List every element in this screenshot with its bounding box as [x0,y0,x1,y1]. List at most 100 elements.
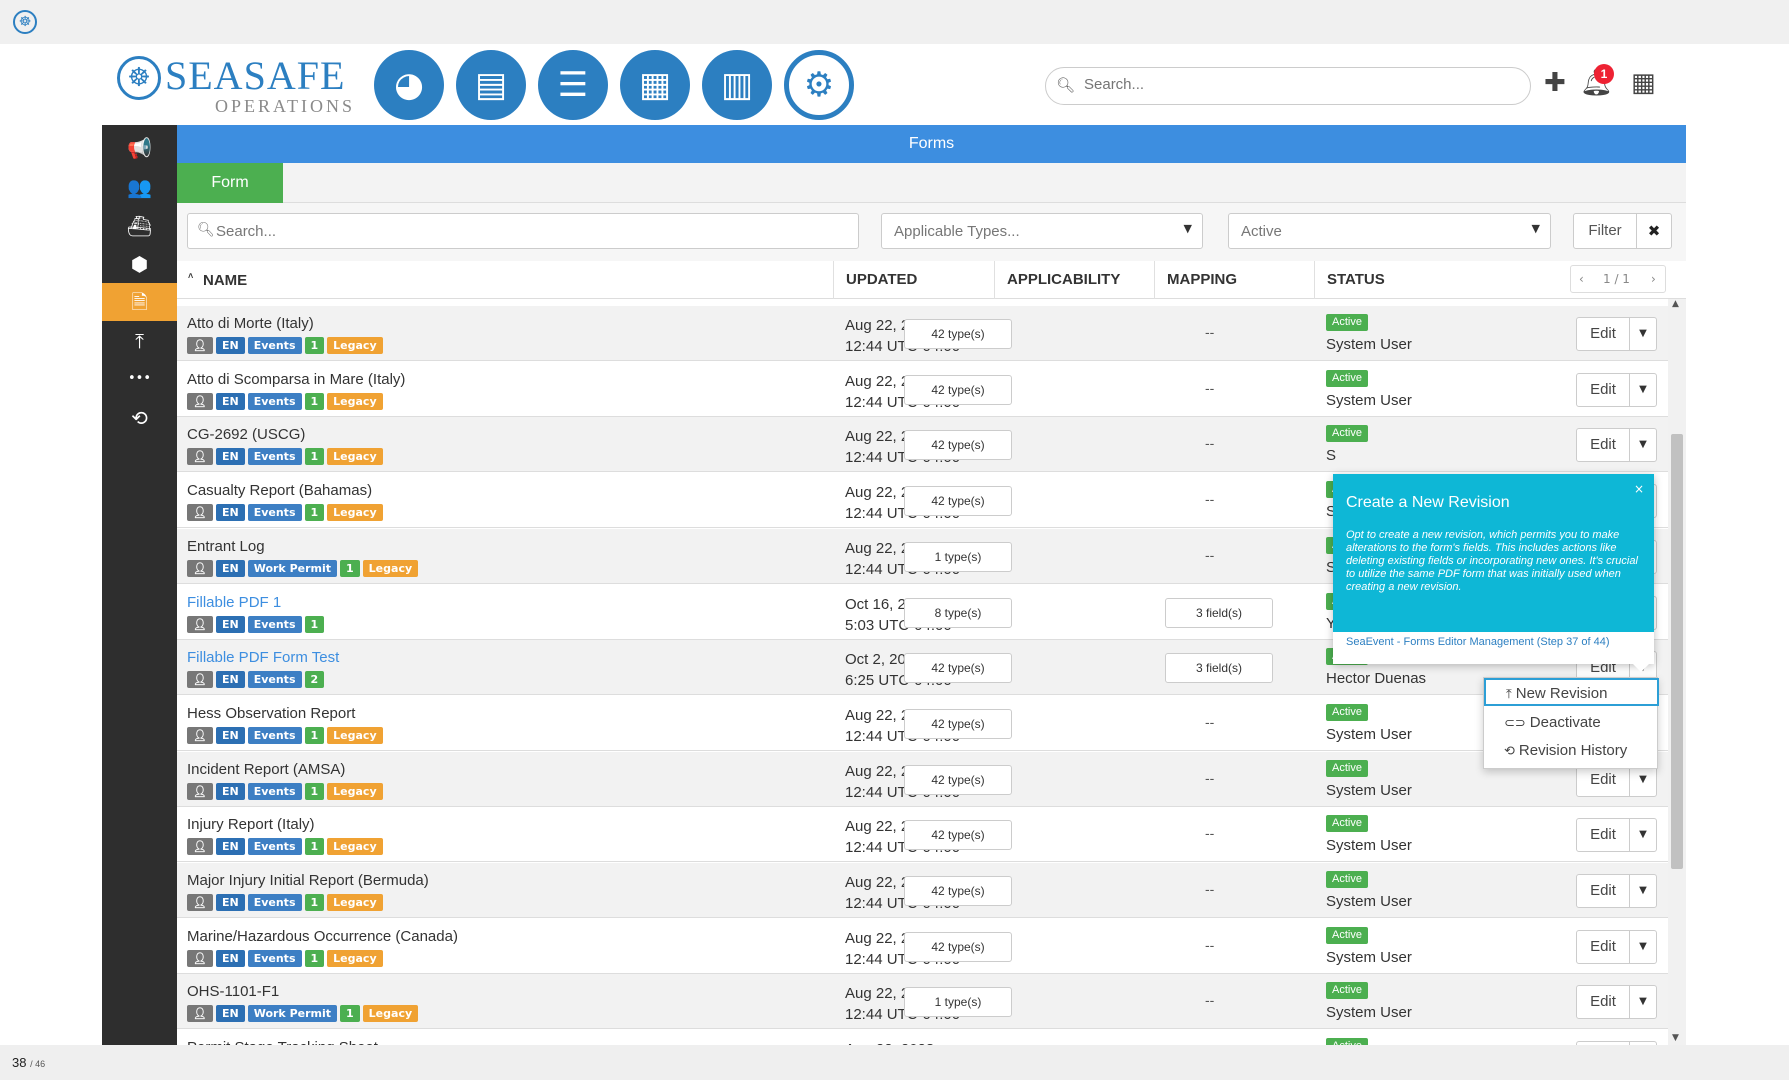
global-search[interactable]: 🔍︎ [1045,67,1531,105]
sidebar-item-users[interactable]: 👥 [102,168,177,206]
forms-search-input[interactable]: 🔍︎ Search... [187,213,859,249]
column-name[interactable]: NAME [203,272,247,289]
type-tag: Events [247,950,302,967]
version-tag: 1 [340,560,360,577]
pager-prev-icon[interactable]: ‹ [1579,272,1584,286]
logbook-nav-button[interactable]: ▤ [456,50,526,120]
sidebar-item-forms[interactable]: 🗎 [102,283,177,321]
add-icon[interactable]: ✚ [1544,68,1566,98]
chevron-down-icon[interactable]: ▼ [1629,818,1657,852]
filter-bar: 🔍︎ Search... Applicable Types... ▼ Activ… [177,203,1686,261]
pager-next-icon[interactable]: › [1651,272,1656,286]
dashboard-nav-button[interactable]: ◕ [374,50,444,120]
applicability-button[interactable]: 42 type(s) [904,486,1012,516]
edit-button[interactable]: Edit [1576,985,1630,1019]
reports-nav-button[interactable]: ▥ [702,50,772,120]
applicability-button[interactable]: 42 type(s) [904,653,1012,683]
chevron-down-icon[interactable]: ▼ [1629,428,1657,462]
global-search-input[interactable] [1084,76,1484,93]
applicability-button[interactable]: 42 type(s) [904,430,1012,460]
status-user: System User [1326,726,1412,743]
applicability-button[interactable]: 42 type(s) [904,765,1012,795]
chevron-down-icon[interactable]: ▼ [1629,985,1657,1019]
edit-button[interactable]: Edit [1576,874,1630,908]
megaphone-icon: 📢 [127,136,152,160]
scrollbar-thumb[interactable] [1671,434,1683,869]
scroll-up-icon[interactable]: ▲ [1672,299,1679,309]
version-tag: 1 [304,448,325,465]
column-applicability[interactable]: APPLICABILITY [994,261,1120,299]
settings-nav-button[interactable]: ⚙ [784,50,854,120]
clear-filter-button[interactable]: ✖ [1636,213,1672,249]
page-title: Forms [177,125,1686,163]
status-user: System User [1326,837,1412,854]
user-icon: 👤︎ [187,894,213,911]
table-scrollbar[interactable]: ▲ ▼ [1668,299,1686,1045]
scroll-down-icon[interactable]: ▼ [1672,1033,1679,1043]
applicability-button[interactable]: 42 type(s) [904,375,1012,405]
edit-button[interactable]: Edit [1576,428,1630,462]
tooltip-arrow [1633,664,1649,672]
sidebar-item-more[interactable]: ••• [102,360,177,398]
edit-button[interactable]: Edit [1576,818,1630,852]
applicability-button[interactable]: 42 type(s) [904,876,1012,906]
sidebar-item-announcements[interactable]: 📢 [102,129,177,167]
chevron-down-icon[interactable]: ▼ [1629,930,1657,964]
form-tags: 👤︎ EN Events 1 Legacy [187,838,386,855]
applicability-button[interactable]: 1 type(s) [904,987,1012,1017]
filter-button[interactable]: Filter [1573,213,1637,249]
edit-button[interactable]: Edit [1576,373,1630,407]
applicable-types-select[interactable]: Applicable Types... ▼ [881,213,1203,249]
status-select[interactable]: Active ▼ [1228,213,1551,249]
chevron-down-icon: ▼ [1531,222,1540,235]
legacy-tag: Legacy [327,894,383,911]
apps-grid-icon[interactable]: ▦ [1631,68,1656,98]
column-status[interactable]: STATUS [1314,261,1385,299]
sidebar-item-modules[interactable]: ⬢ [102,245,177,283]
applicability-button[interactable]: 1 type(s) [904,542,1012,572]
sidebar-item-upload[interactable]: ⤒ [102,322,177,360]
version-tag: 1 [304,393,325,410]
applicability-button[interactable]: 8 type(s) [904,598,1012,628]
sidebar-item-vessels[interactable]: ⛴ [102,207,177,245]
sidebar-item-history[interactable]: ⟲ [102,399,177,437]
type-tag: Events [247,337,302,354]
close-icon[interactable]: × [1634,482,1644,496]
column-updated[interactable]: UPDATED [833,261,917,299]
mapping-button[interactable]: 3 field(s) [1165,598,1273,628]
sort-asc-icon[interactable]: ˄ [188,271,193,281]
form-name[interactable]: Fillable PDF Form Test [187,649,339,666]
user-icon: 👤︎ [187,560,213,577]
seasafe-logo[interactable]: ☸ SEASAFE OPERATIONS [117,54,352,116]
search-icon: 🔍︎ [1056,76,1076,94]
edit-button[interactable]: Edit [1576,930,1630,964]
form-name: Incident Report (AMSA) [187,761,346,778]
chevron-down-icon[interactable]: ▼ [1629,373,1657,407]
applicability-button[interactable]: 42 type(s) [904,932,1012,962]
status-badge: Active [1326,982,1368,999]
calendar-nav-button[interactable]: ▦ [620,50,690,120]
mapping-button[interactable]: 3 field(s) [1165,653,1273,683]
tab-form[interactable]: Form [177,163,283,203]
menu-item-revision-history[interactable]: ⟲ Revision History [1484,737,1659,765]
user-icon: 👤︎ [187,1005,213,1022]
chevron-down-icon[interactable]: ▼ [1629,874,1657,908]
list-nav-button[interactable]: ☰ [538,50,608,120]
viewer-top-strip: ☸ [0,0,1789,44]
form-name: OHS-1101-F1 [187,983,280,1000]
chevron-down-icon[interactable]: ▼ [1629,317,1657,351]
menu-item-deactivate[interactable]: ⊂⊃ Deactivate [1484,709,1659,737]
edit-button[interactable]: Edit [1576,317,1630,351]
applicability-button[interactable]: 42 type(s) [904,820,1012,850]
form-tags: 👤︎ EN Events 1 Legacy [187,950,386,967]
applicability-button[interactable]: 42 type(s) [904,319,1012,349]
legacy-tag: Legacy [327,448,383,465]
type-tag: Work Permit [247,560,338,577]
form-tags: 👤︎ EN Events 1 Legacy [187,448,386,465]
form-name[interactable]: Fillable PDF 1 [187,594,281,611]
form-tags: 👤︎ EN Events 1 Legacy [187,783,386,800]
applicability-button[interactable]: 42 type(s) [904,709,1012,739]
user-icon: 👤︎ [187,448,213,465]
column-mapping[interactable]: MAPPING [1154,261,1237,299]
menu-item-new-revision[interactable]: ⤒ New Revision [1484,678,1659,706]
